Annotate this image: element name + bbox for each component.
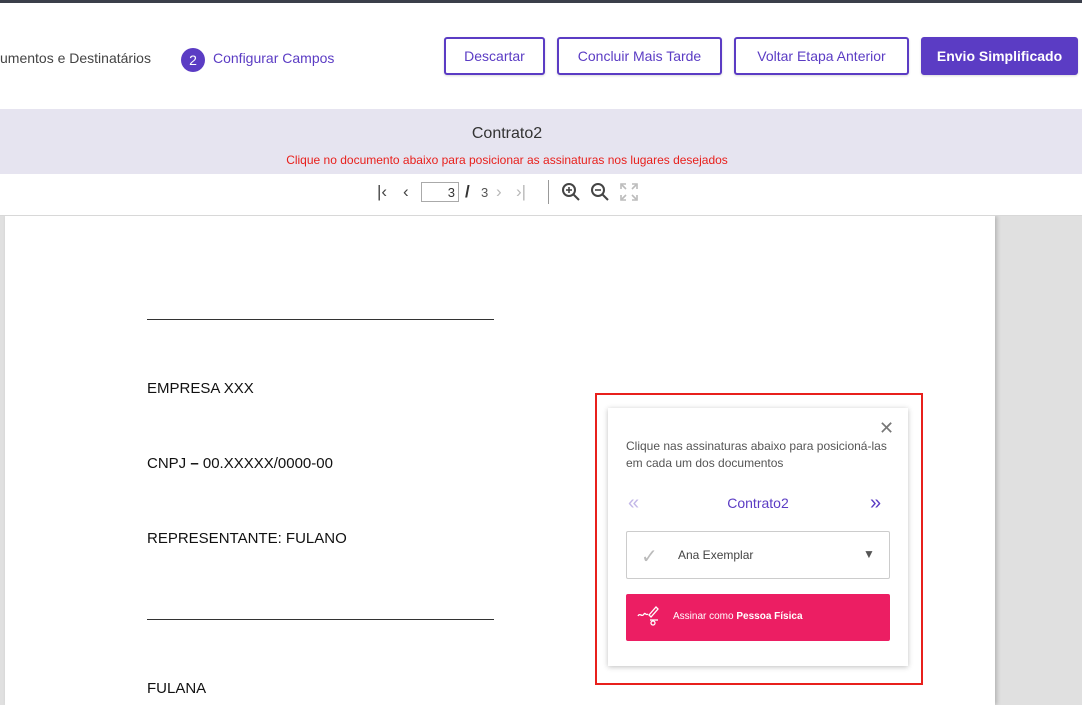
signer-select[interactable]: ✓ Ana Exemplar ▼ — [626, 531, 890, 579]
fullscreen-icon[interactable] — [619, 182, 639, 207]
signature-pen-icon — [636, 604, 660, 631]
second-signer-text: FULANA — [147, 680, 207, 697]
wizard-header: umentos e Destinatários 2 Configurar Cam… — [0, 3, 1082, 109]
close-icon[interactable]: ✕ — [879, 418, 894, 439]
cnpj-prefix: CNPJ — [147, 455, 191, 472]
step-documents-and-recipients[interactable]: umentos e Destinatários — [0, 50, 151, 66]
page-number-input[interactable] — [421, 182, 459, 202]
zoom-in-icon[interactable] — [561, 182, 581, 207]
signature-line — [147, 319, 494, 320]
zoom-out-icon[interactable] — [590, 182, 610, 207]
signature-placement-panel: ✕ Clique nas assinaturas abaixo para pos… — [608, 408, 908, 666]
pdf-toolbar: |‹ ‹ / 3 › ›| — [0, 174, 1082, 216]
step-number-badge: 2 — [181, 48, 205, 72]
company-name-text: EMPRESA XXX — [147, 380, 254, 397]
signer-name: Ana Exemplar — [678, 548, 754, 562]
total-pages: 3 — [481, 185, 489, 200]
first-page-icon[interactable]: |‹ — [377, 182, 387, 202]
discard-button[interactable]: Descartar — [444, 37, 545, 75]
last-page-icon[interactable]: ›| — [516, 182, 526, 202]
positioning-instruction: Clique no documento abaixo para posicion… — [286, 153, 728, 167]
document-title: Contrato2 — [471, 125, 543, 142]
sign-as-individual-button[interactable]: Assinar como Pessoa Física — [626, 594, 890, 641]
representative-text: REPRESENTANTE: FULANO — [147, 530, 347, 547]
sign-button-person-type: Pessoa Física — [736, 611, 803, 622]
cnpj-dash: – — [190, 455, 199, 472]
simplified-send-button[interactable]: Envio Simplificado — [921, 37, 1078, 75]
panel-instruction: Clique nas assinaturas abaixo para posic… — [626, 439, 887, 470]
page-separator: / — [465, 182, 470, 201]
document-info-bar: Contrato2 Clique no documento abaixo par… — [0, 109, 1082, 174]
sign-button-prefix: Assinar como — [673, 611, 737, 622]
signature-line — [147, 619, 494, 620]
previous-page-icon[interactable]: ‹ — [403, 182, 409, 202]
next-page-icon[interactable]: › — [496, 182, 502, 202]
cnpj-text: CNPJ – 00.XXXXX/0000-00 — [147, 455, 333, 472]
step-configure-fields[interactable]: Configurar Campos — [213, 50, 334, 66]
previous-step-button[interactable]: Voltar Etapa Anterior — [734, 37, 909, 75]
chevron-down-icon: ▼ — [863, 547, 875, 561]
next-document-icon[interactable]: » — [870, 492, 881, 515]
panel-document-name: Contrato2 — [727, 495, 789, 511]
cnpj-value: 00.XXXXX/0000-00 — [198, 455, 333, 472]
check-icon: ✓ — [641, 546, 658, 568]
sign-button-label: Assinar como Pessoa Física — [673, 611, 803, 622]
finish-later-button[interactable]: Concluir Mais Tarde — [557, 37, 722, 75]
toolbar-divider — [548, 180, 549, 204]
